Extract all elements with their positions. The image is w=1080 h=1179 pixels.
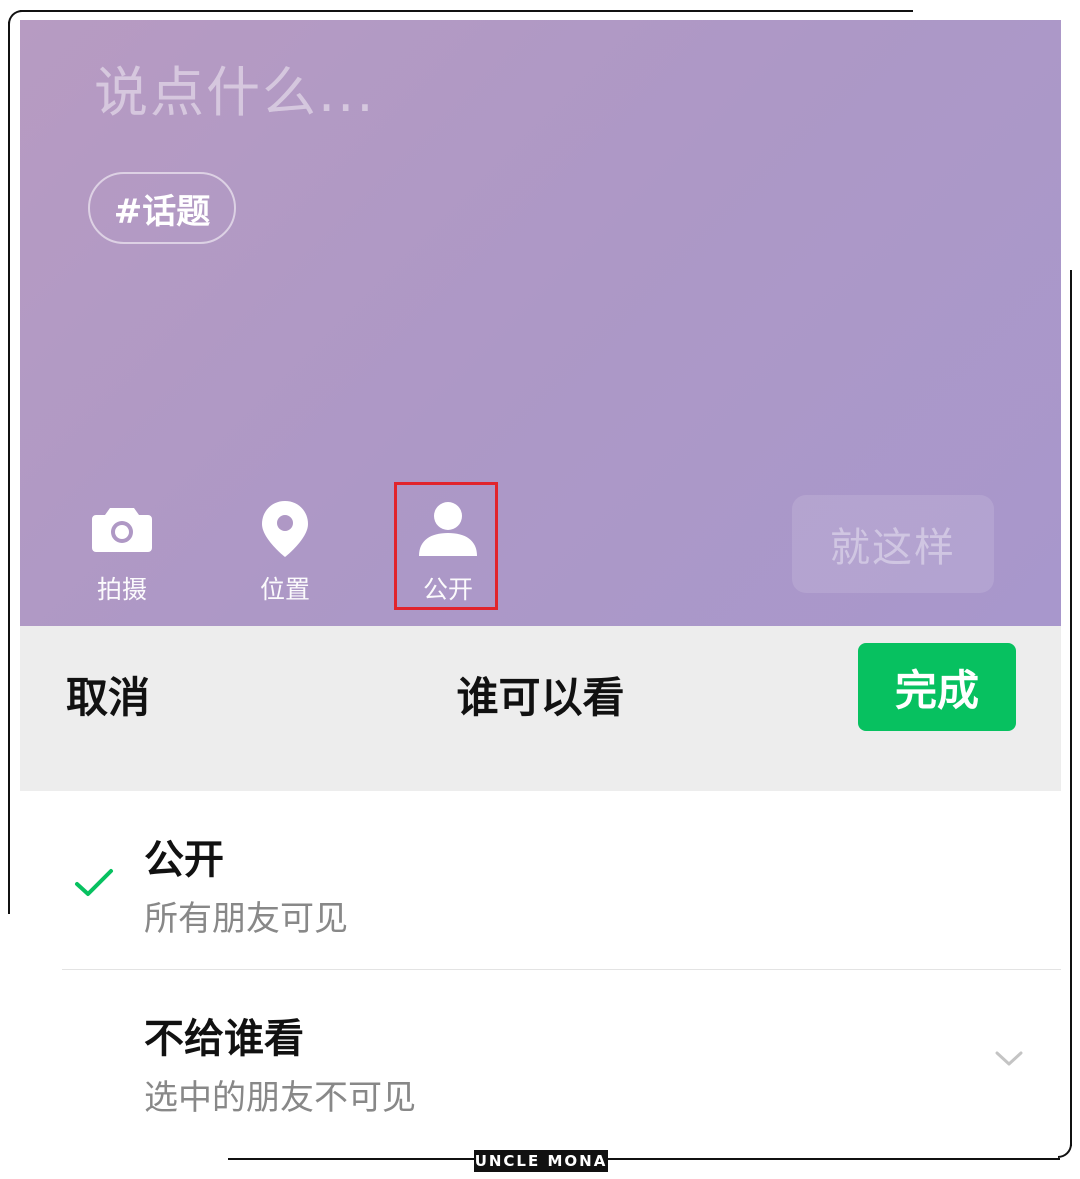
location-tool[interactable]: 位置 xyxy=(233,498,337,608)
frame-line-top xyxy=(20,10,913,12)
camera-icon xyxy=(90,498,154,560)
cancel-button[interactable]: 取消 xyxy=(66,664,150,725)
option-exclude[interactable]: 不给谁看 选中的朋友不可见 xyxy=(20,970,1061,1146)
chevron-down-icon[interactable] xyxy=(994,1050,1024,1072)
highlight-box xyxy=(394,482,498,610)
watermark: UNCLE MONA xyxy=(474,1150,608,1172)
option-public[interactable]: 公开 所有朋友可见 xyxy=(20,791,1061,970)
done-button[interactable]: 完成 xyxy=(858,643,1016,731)
camera-tool[interactable]: 拍摄 xyxy=(70,498,174,608)
location-tool-label: 位置 xyxy=(259,575,310,604)
camera-tool-label: 拍摄 xyxy=(96,575,147,604)
screenshot-page: 说点什么... #话题 拍摄 位置 公开 就这样 谁可以看 取消 完成 公开 所… xyxy=(0,0,1080,1179)
option-exclude-title: 不给谁看 xyxy=(144,1016,304,1062)
frame-line-left xyxy=(8,22,10,914)
frame-line-bottom xyxy=(228,1158,1060,1160)
post-button[interactable]: 就这样 xyxy=(792,495,994,593)
post-text-input[interactable]: 说点什么... xyxy=(94,48,376,127)
location-pin-icon xyxy=(260,498,310,560)
visibility-panel-header: 谁可以看 取消 完成 xyxy=(20,626,1061,791)
option-public-subtitle: 所有朋友可见 xyxy=(144,899,348,939)
check-icon xyxy=(74,867,114,903)
option-public-title: 公开 xyxy=(144,837,224,883)
frame-corner-bottom-right xyxy=(1058,1144,1072,1158)
moment-composer: 说点什么... #话题 拍摄 位置 公开 就这样 xyxy=(20,20,1061,626)
visibility-options: 公开 所有朋友可见 不给谁看 选中的朋友不可见 xyxy=(20,791,1061,1146)
frame-line-right xyxy=(1070,270,1072,1146)
option-exclude-subtitle: 选中的朋友不可见 xyxy=(144,1078,416,1118)
topic-chip[interactable]: #话题 xyxy=(88,172,236,244)
